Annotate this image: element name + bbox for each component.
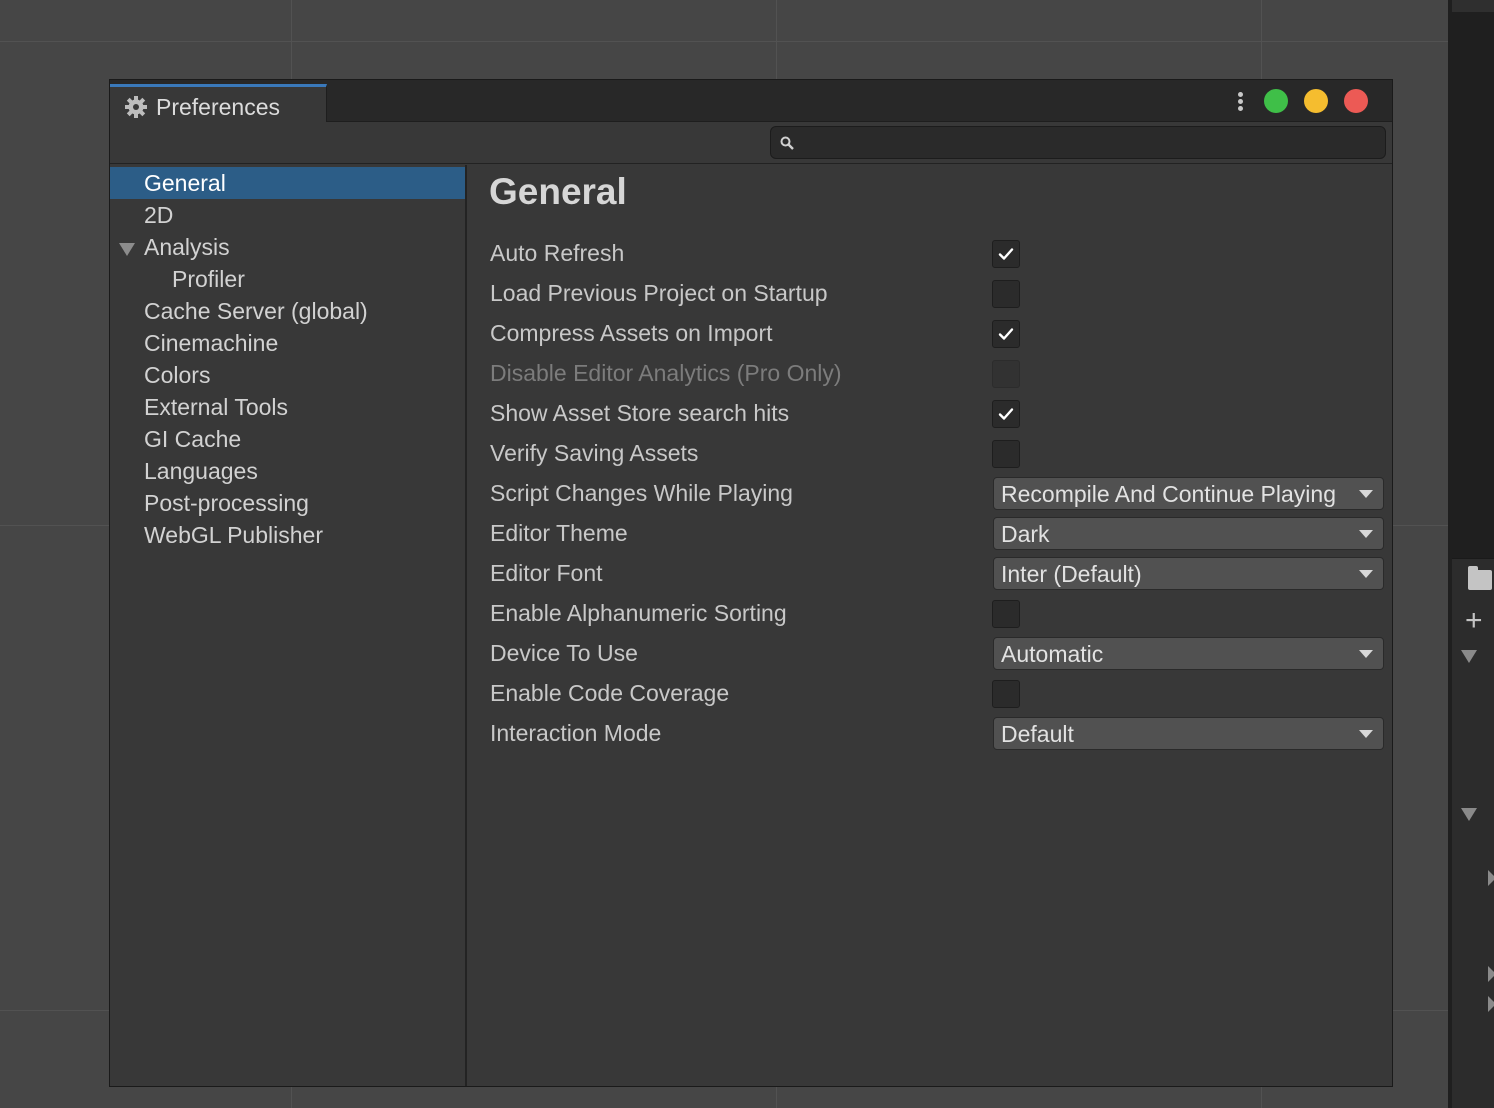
script-changes-label: Script Changes While Playing: [490, 480, 793, 506]
sidebar-item-label: Cache Server (global): [144, 298, 368, 324]
project-panel: [1452, 558, 1494, 1108]
sidebar-item-label: General: [144, 170, 226, 196]
script-changes-dropdown[interactable]: Recompile And Continue Playing: [993, 477, 1384, 510]
triangle-right-icon[interactable]: [1488, 996, 1494, 1012]
load-previous-project-label: Load Previous Project on Startup: [490, 280, 828, 306]
search-input[interactable]: [801, 130, 1371, 156]
sidebar-item-colors[interactable]: Colors: [110, 359, 465, 391]
sidebar-item-post-processing[interactable]: Post-processing: [110, 487, 465, 519]
folder-icon[interactable]: [1468, 566, 1492, 590]
sidebar-item-label: WebGL Publisher: [144, 522, 323, 548]
sidebar-item-profiler[interactable]: Profiler: [110, 263, 465, 295]
disable-analytics-checkbox: [992, 360, 1020, 388]
checkmark-icon: [998, 248, 1014, 260]
sidebar-item-label: Cinemachine: [144, 330, 279, 356]
asset-store-hits-label: Show Asset Store search hits: [490, 400, 790, 426]
chevron-down-icon: [1359, 530, 1373, 538]
alphanumeric-sorting-label: Enable Alphanumeric Sorting: [490, 600, 787, 626]
auto-refresh-checkbox[interactable]: [992, 240, 1020, 268]
preferences-sidebar: General 2D Analysis Profiler Cache Serve…: [110, 165, 467, 1086]
editor-font-dropdown[interactable]: Inter (Default): [993, 557, 1384, 590]
chevron-down-icon: [1359, 570, 1373, 578]
sidebar-item-label: 2D: [144, 202, 174, 228]
triangle-right-icon[interactable]: [1488, 870, 1494, 886]
search-toolbar: [110, 122, 1392, 164]
device-to-use-label: Device To Use: [490, 640, 638, 666]
sidebar-item-cache-server[interactable]: Cache Server (global): [110, 295, 465, 327]
verify-saving-label: Verify Saving Assets: [490, 440, 699, 466]
chevron-down-icon: [1359, 490, 1373, 498]
dropdown-value: Inter (Default): [1001, 561, 1142, 587]
triangle-down-icon[interactable]: [1461, 808, 1477, 821]
verify-saving-checkbox[interactable]: [992, 440, 1020, 468]
sidebar-item-label: Analysis: [144, 234, 230, 260]
interaction-mode-dropdown[interactable]: Default: [993, 717, 1384, 750]
sidebar-item-webgl-publisher[interactable]: WebGL Publisher: [110, 519, 465, 551]
chevron-down-icon: [1359, 650, 1373, 658]
alphanumeric-sorting-checkbox[interactable]: [992, 600, 1020, 628]
triangle-down-icon[interactable]: [1461, 650, 1477, 663]
plus-icon[interactable]: +: [1465, 606, 1483, 636]
dropdown-value: Recompile And Continue Playing: [1001, 481, 1336, 507]
interaction-mode-label: Interaction Mode: [490, 720, 662, 746]
sidebar-item-label: Colors: [144, 362, 211, 388]
sidebar-item-gi-cache[interactable]: GI Cache: [110, 423, 465, 455]
auto-refresh-label: Auto Refresh: [490, 240, 625, 266]
disable-analytics-label: Disable Editor Analytics (Pro Only): [490, 360, 842, 386]
load-previous-project-checkbox[interactable]: [992, 280, 1020, 308]
preferences-tab[interactable]: Preferences: [110, 84, 327, 122]
sidebar-item-languages[interactable]: Languages: [110, 455, 465, 487]
sidebar-item-label: Post-processing: [144, 490, 309, 516]
editor-font-label: Editor Font: [490, 560, 603, 586]
chevron-down-icon: [1359, 730, 1373, 738]
page-title: General: [489, 171, 627, 212]
settings-content: General Auto Refresh Load Previous Proje…: [468, 165, 1392, 1086]
close-button[interactable]: [1344, 89, 1368, 113]
dropdown-value: Automatic: [1001, 641, 1104, 667]
sidebar-item-label: Profiler: [172, 266, 245, 292]
device-to-use-dropdown[interactable]: Automatic: [993, 637, 1384, 670]
search-field[interactable]: [770, 126, 1386, 159]
code-coverage-label: Enable Code Coverage: [490, 680, 730, 706]
sidebar-item-external-tools[interactable]: External Tools: [110, 391, 465, 423]
triangle-right-icon[interactable]: [1488, 966, 1494, 982]
sidebar-item-label: Languages: [144, 458, 258, 484]
grid-line: [0, 41, 1448, 42]
sidebar-item-general[interactable]: General: [110, 167, 465, 199]
expand-arrow-icon[interactable]: [119, 243, 135, 256]
checkmark-icon: [998, 328, 1014, 340]
asset-store-hits-checkbox[interactable]: [992, 400, 1020, 428]
maximize-button[interactable]: [1264, 89, 1288, 113]
dropdown-value: Default: [1001, 721, 1074, 747]
editor-theme-label: Editor Theme: [490, 520, 628, 546]
checkmark-icon: [998, 408, 1014, 420]
kebab-menu-icon[interactable]: [1234, 90, 1248, 114]
dropdown-value: Dark: [1001, 521, 1050, 547]
search-icon: [780, 136, 794, 150]
minimize-button[interactable]: [1304, 89, 1328, 113]
editor-theme-dropdown[interactable]: Dark: [993, 517, 1384, 550]
compress-assets-label: Compress Assets on Import: [490, 320, 773, 346]
sidebar-item-2d[interactable]: 2D: [110, 199, 465, 231]
compress-assets-checkbox[interactable]: [992, 320, 1020, 348]
sidebar-item-label: GI Cache: [144, 426, 242, 452]
gear-icon: [125, 96, 147, 118]
window-title: Preferences: [156, 94, 281, 120]
sidebar-item-analysis[interactable]: Analysis: [110, 231, 465, 263]
preferences-window: Preferences General 2D Analysis Profiler…: [109, 79, 1393, 1087]
code-coverage-checkbox[interactable]: [992, 680, 1020, 708]
panel-header: [1452, 0, 1494, 12]
sidebar-item-label: External Tools: [144, 394, 289, 420]
sidebar-item-cinemachine[interactable]: Cinemachine: [110, 327, 465, 359]
title-bar: Preferences: [110, 80, 1392, 122]
